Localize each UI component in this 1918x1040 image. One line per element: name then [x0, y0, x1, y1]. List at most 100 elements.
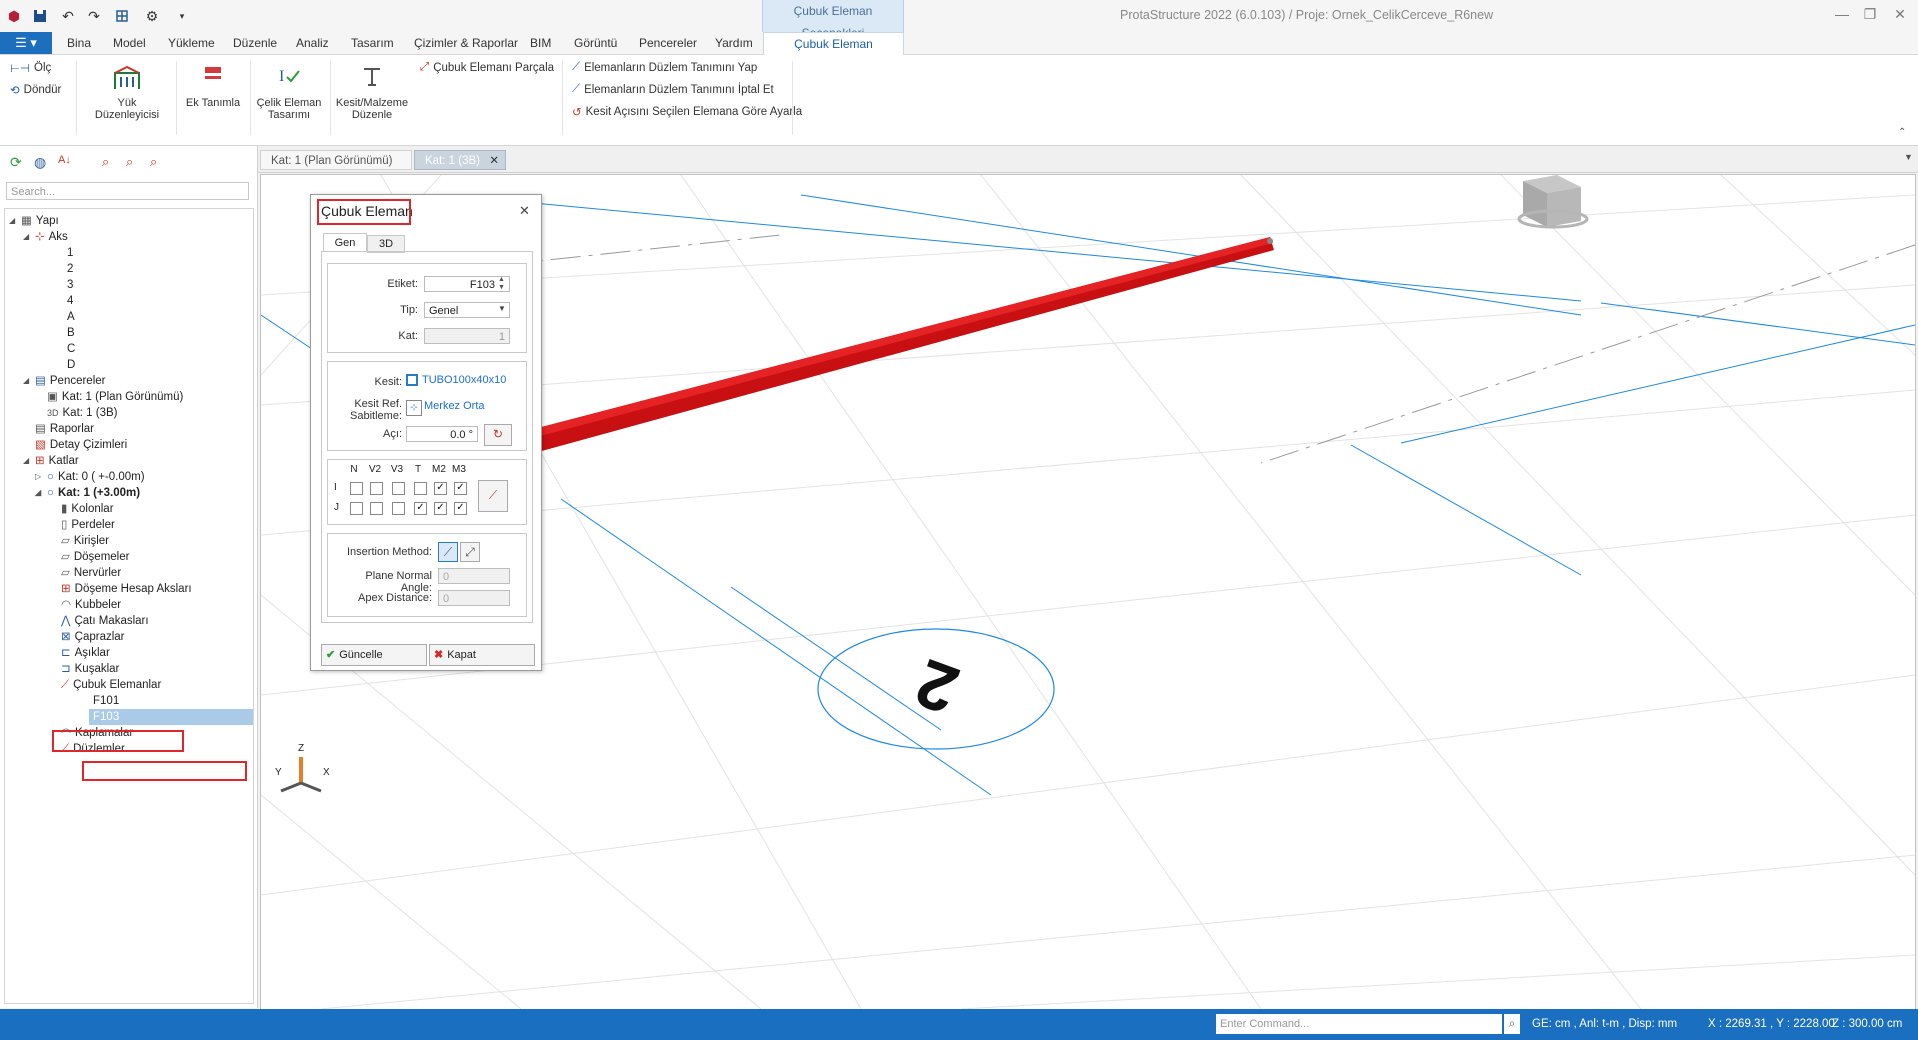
- tab-yardim[interactable]: Yardım: [715, 32, 753, 54]
- update-button[interactable]: ✔ Güncelle: [321, 644, 427, 666]
- quick-access-dropdown-icon[interactable]: ▾: [172, 6, 192, 26]
- tree-item-aks-c[interactable]: C: [67, 341, 75, 357]
- tree-root[interactable]: ◢ ▦ Yapı: [9, 213, 59, 229]
- tree-item-aks-d[interactable]: D: [67, 357, 75, 373]
- tree-item-floors[interactable]: ◢ ⊞ Katlar: [23, 453, 79, 469]
- reference-point-icon[interactable]: ⊹: [406, 400, 422, 416]
- release-checkbox[interactable]: [350, 502, 363, 515]
- angle-adjust-button[interactable]: ↺ Kesit Açısını Seçilen Elemana Göre Ayar…: [572, 105, 802, 119]
- load-editor-button[interactable]: Yük Düzenleyicisi: [84, 63, 170, 121]
- tree-item-details[interactable]: ▧ Detay Çizimleri: [35, 437, 127, 453]
- tree-item-slabs[interactable]: ▱ Döşemeler: [61, 549, 129, 565]
- close-button[interactable]: ✖ Kapat: [429, 644, 535, 666]
- doc-tab-plan-view[interactable]: Kat: 1 (Plan Görünümü): [260, 150, 412, 170]
- minimize-icon[interactable]: —: [1828, 6, 1856, 26]
- plane-normal-input[interactable]: 0: [438, 568, 510, 584]
- kesit-link[interactable]: TUBO100x40x10: [422, 374, 506, 386]
- tree-item-aks-a[interactable]: A: [67, 309, 75, 325]
- section-material-edit-button[interactable]: Kesit/Malzeme Düzenle: [334, 63, 410, 121]
- rotate-button[interactable]: ⟲ Döndür: [10, 83, 61, 97]
- view-cube-icon[interactable]: [1517, 175, 1589, 229]
- tab-yukleme[interactable]: Yükleme: [168, 32, 215, 54]
- tab-analiz[interactable]: Analiz: [296, 32, 329, 54]
- tree-item-slab-strips[interactable]: ⊞ Döşeme Hesap Aksları: [61, 581, 192, 597]
- ref-link[interactable]: Merkez Orta: [424, 400, 485, 412]
- insertion-line-icon[interactable]: ⟋: [438, 542, 458, 562]
- redo-icon[interactable]: ↷: [84, 6, 104, 26]
- tab-cubuk-eleman[interactable]: Çubuk Eleman: [763, 32, 904, 56]
- tree-item-braces[interactable]: ⊠ Çaprazlar: [61, 629, 125, 645]
- tree-item-columns[interactable]: ▮ Kolonlar: [61, 501, 114, 517]
- tab-tasarim[interactable]: Tasarım: [351, 32, 394, 54]
- release-checkbox[interactable]: ✓: [434, 482, 447, 495]
- section-shape-icon[interactable]: [406, 374, 418, 386]
- tab-cizimler[interactable]: Çizimler & Raporlar: [414, 32, 518, 54]
- tree-search-input[interactable]: Search...: [6, 182, 249, 200]
- tree-item-plan-view[interactable]: ▣ Kat: 1 (Plan Görünümü): [47, 389, 183, 405]
- command-search-icon[interactable]: ⌕: [1504, 1014, 1520, 1034]
- dialog-close-icon[interactable]: ✕: [519, 203, 530, 219]
- angle-pick-button[interactable]: ↻: [484, 424, 512, 446]
- release-checkbox[interactable]: ✓: [434, 502, 447, 515]
- insertion-arc-icon[interactable]: ⤢: [460, 542, 480, 562]
- tree-item-f103-selected[interactable]: F103: [89, 709, 253, 725]
- release-checkbox[interactable]: ✓: [454, 482, 467, 495]
- tree-item-windows[interactable]: ◢ ▤ Pencereler: [23, 373, 106, 389]
- tab-duzenle[interactable]: Düzenle: [233, 32, 277, 54]
- command-input[interactable]: Enter Command...: [1216, 1014, 1502, 1034]
- zoom-remove-icon[interactable]: ⌕: [150, 154, 157, 170]
- tree-item-domes[interactable]: ◠ Kubbeler: [61, 597, 121, 613]
- sort-icon[interactable]: A↓: [58, 154, 71, 166]
- release-pick-button[interactable]: ⟋: [478, 480, 508, 512]
- zoom-icon[interactable]: ⌕: [102, 154, 109, 170]
- steel-design-button[interactable]: I Çelik Eleman Tasarımı: [254, 63, 324, 121]
- add-definition-button[interactable]: Ek Tanımla: [182, 63, 244, 109]
- tree-item-bar-members[interactable]: ⟋ Çubuk Elemanlar: [61, 677, 161, 693]
- undo-icon[interactable]: ↶: [58, 6, 78, 26]
- tabs-dropdown-icon[interactable]: ▼: [1904, 152, 1913, 162]
- tree-item-aks-4[interactable]: 4: [67, 293, 73, 309]
- tree-item-floor-1[interactable]: ◢ ○ Kat: 1 (+3.00m): [35, 485, 140, 501]
- release-checkbox[interactable]: [392, 502, 405, 515]
- globe-icon[interactable]: ◍: [34, 154, 46, 171]
- plane-define-button[interactable]: ⟋ Elemanların Düzlem Tanımını Yap: [572, 61, 757, 74]
- tab-bina[interactable]: Bina: [67, 32, 91, 54]
- release-checkbox[interactable]: [370, 482, 383, 495]
- tab-model[interactable]: Model: [113, 32, 146, 54]
- tree-item-aks-3[interactable]: 3: [67, 277, 73, 293]
- plane-cancel-button[interactable]: ⟋ Elemanların Düzlem Tanımını İptal Et: [572, 83, 774, 96]
- tree-item-trusses[interactable]: ⋀ Çatı Makasları: [61, 613, 149, 629]
- tree-item-aks-1[interactable]: 1: [67, 245, 73, 261]
- tree-item-beams[interactable]: ▱ Kirişler: [61, 533, 109, 549]
- restore-icon[interactable]: ❐: [1856, 6, 1884, 26]
- tab-goruntu[interactable]: Görüntü: [574, 32, 617, 54]
- refresh-icon[interactable]: ⟳: [10, 154, 22, 171]
- release-checkbox[interactable]: [350, 482, 363, 495]
- tree-item-floor-0[interactable]: ▷ ○ Kat: 0 ( +-0.00m): [35, 469, 145, 485]
- release-checkbox[interactable]: [370, 502, 383, 515]
- close-tab-icon[interactable]: ✕: [489, 151, 499, 171]
- save-icon[interactable]: [30, 6, 50, 26]
- gear-icon[interactable]: ⚙: [142, 6, 162, 26]
- doc-tab-3d-view[interactable]: Kat: 1 (3B) ✕: [414, 150, 506, 170]
- tree-item-girts[interactable]: ⊐ Kuşaklar: [61, 661, 119, 677]
- tree-item-f101[interactable]: F101: [93, 693, 119, 709]
- structure-icon[interactable]: [112, 6, 132, 26]
- zoom-add-icon[interactable]: ⌕: [126, 154, 133, 170]
- etiket-spinner[interactable]: ▲ ▼: [498, 276, 505, 292]
- apex-distance-input[interactable]: 0: [438, 590, 510, 606]
- chevron-down-icon[interactable]: ▼: [498, 304, 506, 313]
- tree-item-ribs[interactable]: ▱ Nervürler: [61, 565, 121, 581]
- tab-pencereler[interactable]: Pencereler: [639, 32, 697, 54]
- bar-member-f103[interactable]: [464, 237, 1274, 471]
- tree-item-walls[interactable]: ▯ Perdeler: [61, 517, 115, 533]
- dialog-tab-gen[interactable]: Gen: [323, 233, 367, 252]
- tree-item-3d-view[interactable]: 3D Kat: 1 (3B): [47, 405, 117, 421]
- tree-item-aks-b[interactable]: B: [67, 325, 75, 341]
- close-icon[interactable]: ✕: [1886, 6, 1914, 26]
- aci-input[interactable]: 0.0 °: [406, 426, 478, 442]
- tree-item-reports[interactable]: ▤ Raporlar: [35, 421, 94, 437]
- tab-bim[interactable]: BIM: [530, 32, 551, 54]
- measure-button[interactable]: ⊢⊣ Ölç: [10, 61, 51, 75]
- release-checkbox[interactable]: ✓: [454, 502, 467, 515]
